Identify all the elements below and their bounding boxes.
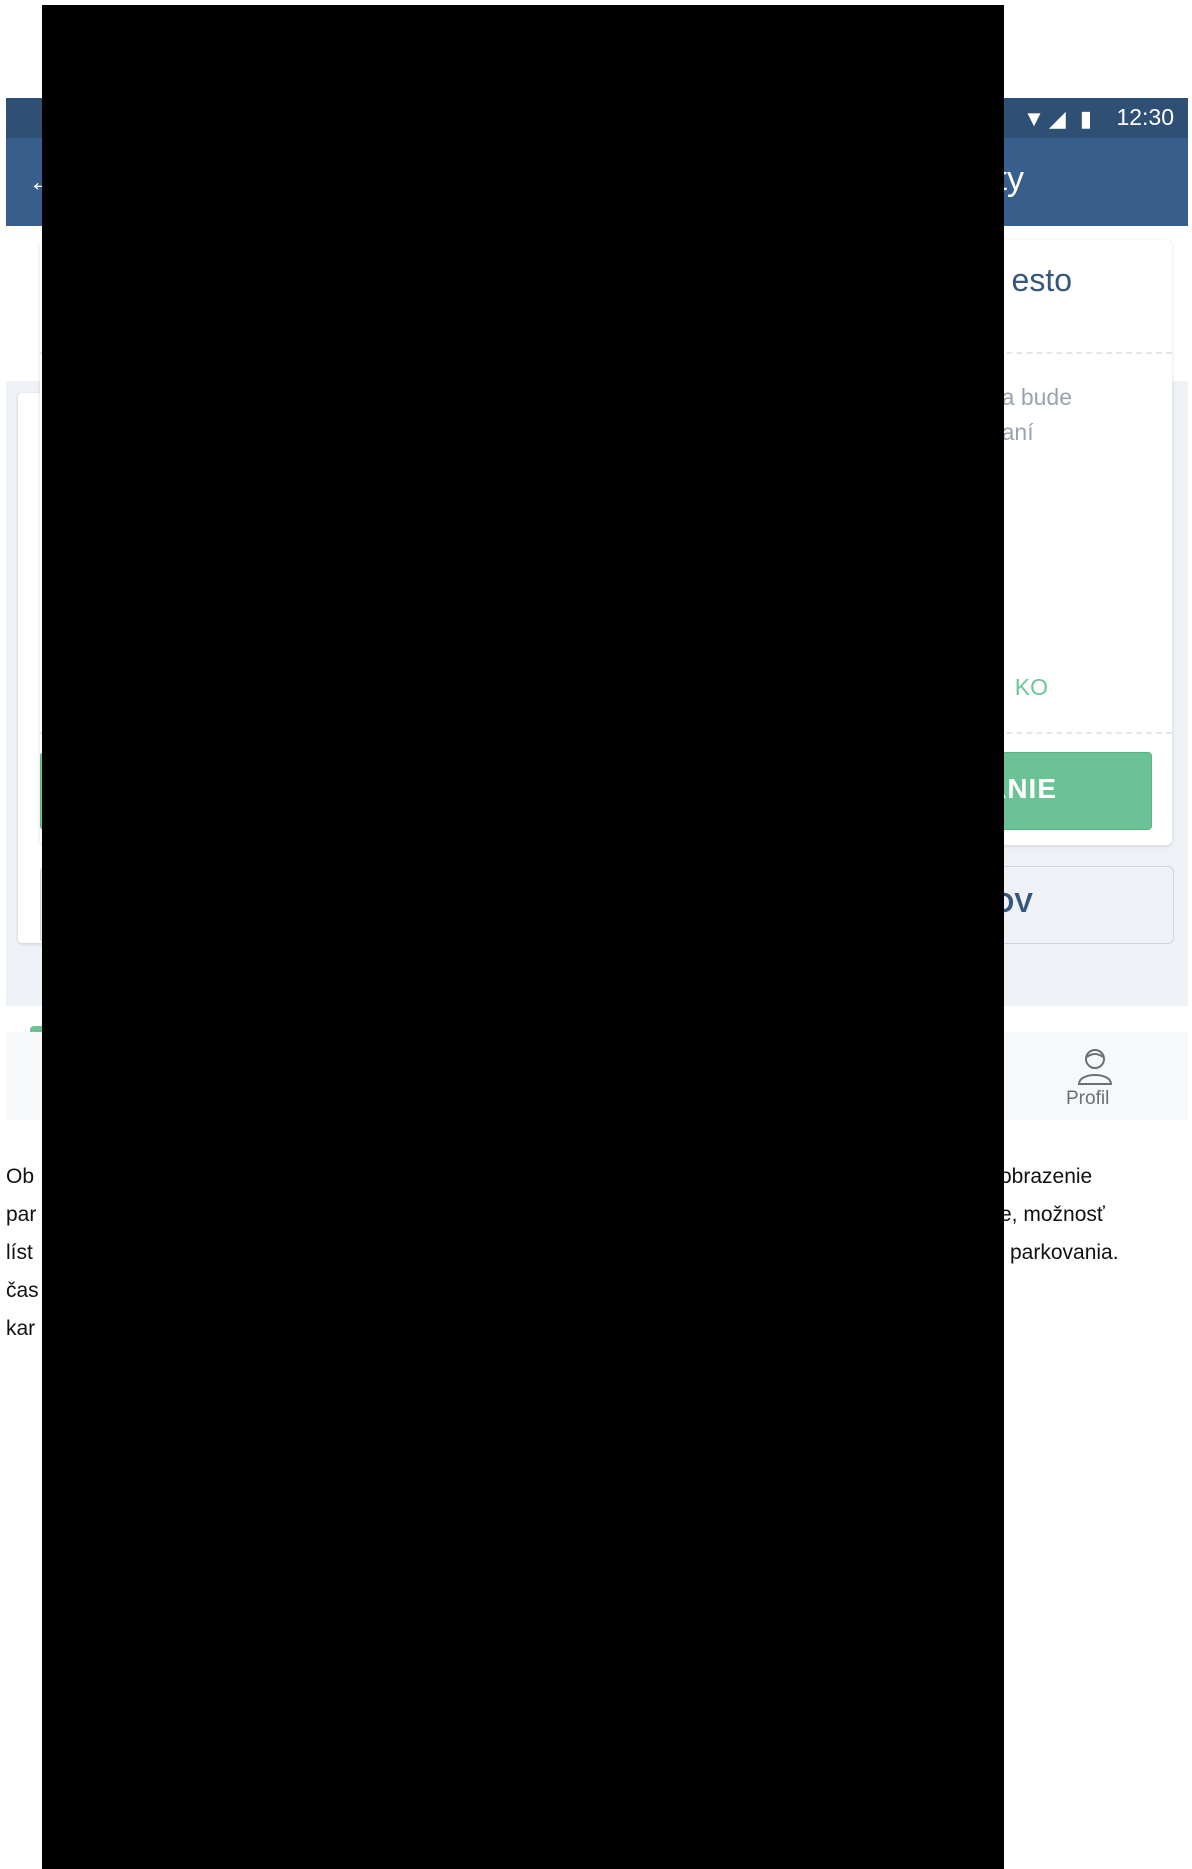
status-time: 12:30 [1116,104,1174,130]
card-description: a bude aní [1002,380,1072,450]
document-text-fragment: Ob [6,1165,35,1188]
status-icons: ▼◢ ▮ [1023,106,1096,131]
document-text-fragment: par [6,1203,37,1226]
document-text-fragment: e, možnosť [1000,1203,1105,1226]
nav-profile-label[interactable]: Profil [1066,1088,1109,1110]
document-text-fragment: čas [6,1279,39,1302]
card-description-line: a bude [1001,384,1072,410]
card-link[interactable]: KO [1015,674,1048,701]
document-text-fragment: líst [6,1241,33,1264]
document-text-fragment: kar [6,1317,36,1340]
document-text-fragment: obrazenie [1000,1165,1093,1188]
card-description-line: aní [1001,419,1034,445]
document-text-fragment: parkovania. [1010,1241,1119,1264]
redaction-block [42,5,1004,1869]
card-title: esto [1011,262,1072,298]
profile-icon[interactable] [1076,1046,1114,1086]
